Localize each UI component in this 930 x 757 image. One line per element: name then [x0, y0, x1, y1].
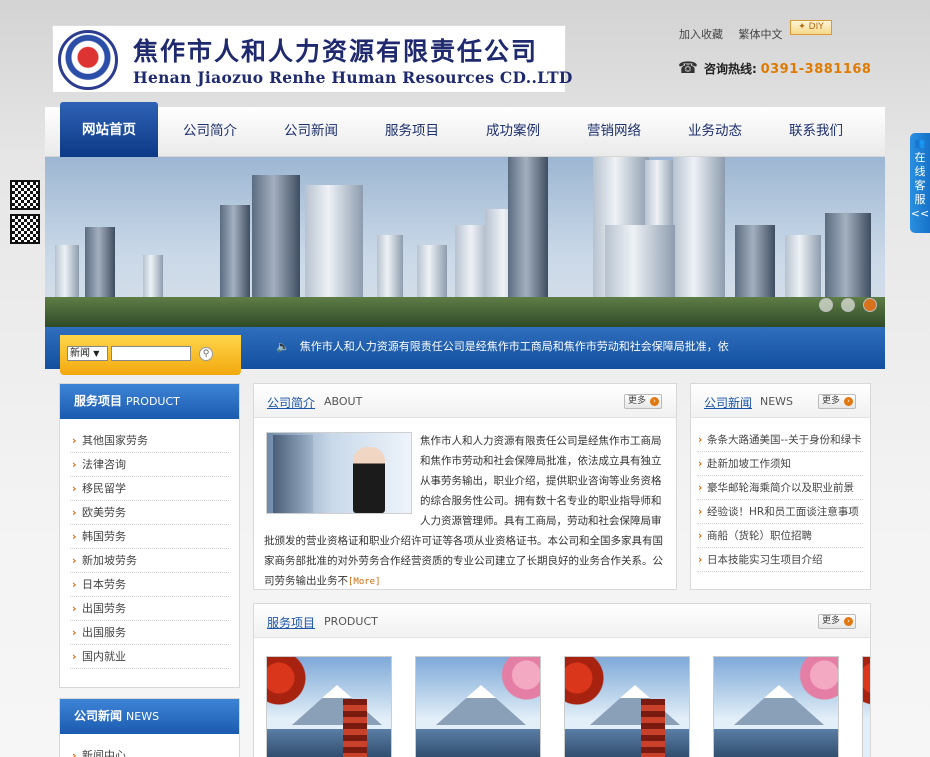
about-more-button[interactable]: 更多 › [624, 394, 662, 409]
hotline: ☎ 咨询热线: 0391-3881168 [678, 58, 871, 77]
sidebar-item-europe-us[interactable]: 欧美劳务 [70, 501, 229, 525]
sidebar-item-legal[interactable]: 法律咨询 [70, 453, 229, 477]
banner-pager [811, 298, 877, 315]
qr-code-icon [10, 180, 40, 210]
news-more-button[interactable]: 更多 › [818, 394, 856, 409]
collapse-icon: << [910, 207, 930, 220]
online-service-label: 在线客服 [914, 151, 926, 206]
search-button[interactable]: ⚲ [199, 347, 213, 361]
sidebar-item-other-countries[interactable]: 其他国家劳务 [70, 429, 229, 453]
sidebar-services: 服务项目PRODUCT 其他国家劳务 法律咨询 移民留学 欧美劳务 韩国劳务 新… [59, 383, 240, 688]
sidebar-item-domestic[interactable]: 国内就业 [70, 645, 229, 669]
company-name-cn: 焦作市人和人力资源有限责任公司 [133, 37, 539, 66]
speaker-icon: 🔈 [276, 340, 290, 353]
nav-item-news[interactable]: 公司新闻 [261, 107, 361, 157]
search-box: 新闻 ▼ ⚲ [60, 335, 241, 375]
product-thumbnail-fuji[interactable] [415, 656, 541, 757]
sidebar-item-overseas-service[interactable]: 出国服务 [70, 621, 229, 645]
products-title[interactable]: 服务项目 [267, 614, 315, 631]
sidebar-item-korea[interactable]: 韩国劳务 [70, 525, 229, 549]
news-item[interactable]: 赴新加坡工作须知 [697, 452, 863, 476]
hotline-number: 0391-3881168 [760, 62, 872, 77]
nav-item-business[interactable]: 业务动态 [665, 107, 765, 157]
nav-item-home[interactable]: 网站首页 [60, 102, 158, 157]
news-item[interactable]: 日本技能实习生项目介绍 [697, 548, 863, 572]
banner-trees [45, 297, 885, 327]
banner-dot-3[interactable] [863, 298, 877, 312]
sidebar-item-singapore[interactable]: 新加坡劳务 [70, 549, 229, 573]
news-item[interactable]: 经验谈！HR和员工面谈注意事项 [697, 500, 863, 524]
sidebar-news: 公司新闻NEWS 新闻中心 [59, 698, 240, 757]
nav-item-cases[interactable]: 成功案例 [463, 107, 563, 157]
product-thumbnail-partial[interactable] [862, 656, 870, 757]
main-nav: 网站首页 公司简介 公司新闻 服务项目 成功案例 营销网络 业务动态 联系我们 [45, 102, 885, 157]
about-more-link[interactable]: [More] [348, 577, 381, 587]
ticker-text: 焦作市人和人力资源有限责任公司是经焦作市工商局和焦作市劳动和社会保障局批准，依 [299, 340, 729, 353]
more-arrow-icon: › [844, 397, 853, 406]
person-icon: 👥 [914, 139, 926, 149]
sidebar-item-immigration[interactable]: 移民留学 [70, 477, 229, 501]
traditional-chinese-link[interactable]: 繁体中文 [739, 28, 783, 41]
about-title-en: ABOUT [324, 395, 363, 408]
about-title[interactable]: 公司简介 [267, 394, 315, 411]
nav-item-network[interactable]: 营销网络 [564, 107, 664, 157]
globe-emblem-icon [58, 30, 118, 90]
news-item[interactable]: 豪华邮轮海乘简介以及职业前景 [697, 476, 863, 500]
qr-code-icon [10, 214, 40, 244]
about-text-block: 焦作市人和人力资源有限责任公司是经焦作市工商局和焦作市劳动和社会保障局批准，依法… [264, 431, 666, 592]
top-links: 加入收藏 繁体中文 [679, 26, 795, 42]
about-panel: 公司简介 ABOUT 更多 › 焦作市人和人力资源有限责任公司是经焦作市工商局和焦… [253, 383, 677, 590]
add-favorite-link[interactable]: 加入收藏 [679, 28, 723, 41]
diy-label: DIY [808, 22, 824, 32]
nav-item-contact[interactable]: 联系我们 [766, 107, 866, 157]
search-input[interactable] [111, 346, 191, 361]
sidebar-item-overseas-labor[interactable]: 出国劳务 [70, 597, 229, 621]
more-arrow-icon: › [844, 617, 853, 626]
banner-dot-1[interactable] [819, 298, 833, 312]
online-service-tab[interactable]: 👥 在线客服 << [910, 133, 930, 233]
product-thumbnail-pagoda[interactable] [266, 656, 392, 757]
product-thumbnail-fuji[interactable] [713, 656, 839, 757]
news-panel: 公司新闻 NEWS 更多› 条条大路通美国--关于身份和绿卡 赴新加坡工作须知 … [690, 383, 871, 590]
hotline-label: 咨询热线: [703, 62, 757, 76]
news-ticker[interactable]: 🔈 焦作市人和人力资源有限责任公司是经焦作市工商局和焦作市劳动和社会保障局批准，依 [276, 338, 729, 354]
products-more-button[interactable]: 更多 › [818, 614, 856, 629]
products-panel: 服务项目 PRODUCT 更多 › [253, 603, 871, 757]
sidebar-services-header: 服务项目 PRODUCT [60, 384, 239, 419]
nav-item-about[interactable]: 公司简介 [160, 107, 260, 157]
more-arrow-icon: › [650, 397, 659, 406]
hero-banner[interactable] [45, 157, 885, 327]
news-title[interactable]: 公司新闻 [704, 394, 752, 411]
products-title-en: PRODUCT [324, 615, 378, 628]
search-category-select[interactable]: 新闻 ▼ [67, 346, 108, 361]
product-thumbnail-pagoda[interactable] [564, 656, 690, 757]
news-item[interactable]: 条条大路通美国--关于身份和绿卡 [697, 428, 863, 452]
news-title-en: NEWS [760, 395, 794, 408]
telephone-icon: ☎ [678, 58, 698, 77]
company-name-en: Henan Jiaozuo Renhe Human Resources CD..… [133, 68, 573, 87]
diy-button[interactable]: ✦ DIY [790, 20, 832, 35]
news-item[interactable]: 商船（货轮）职位招聘 [697, 524, 863, 548]
company-logo[interactable]: 焦作市人和人力资源有限责任公司 Henan Jiaozuo Renhe Huma… [52, 25, 572, 93]
search-icon: ⚲ [202, 349, 210, 359]
sidebar-news-header: 公司新闻 NEWS [60, 699, 239, 734]
nav-item-services[interactable]: 服务项目 [362, 107, 462, 157]
banner-dot-2[interactable] [841, 298, 855, 312]
sidebar-item-japan[interactable]: 日本劳务 [70, 573, 229, 597]
sidebar-item-news-center[interactable]: 新闻中心 [70, 744, 229, 757]
